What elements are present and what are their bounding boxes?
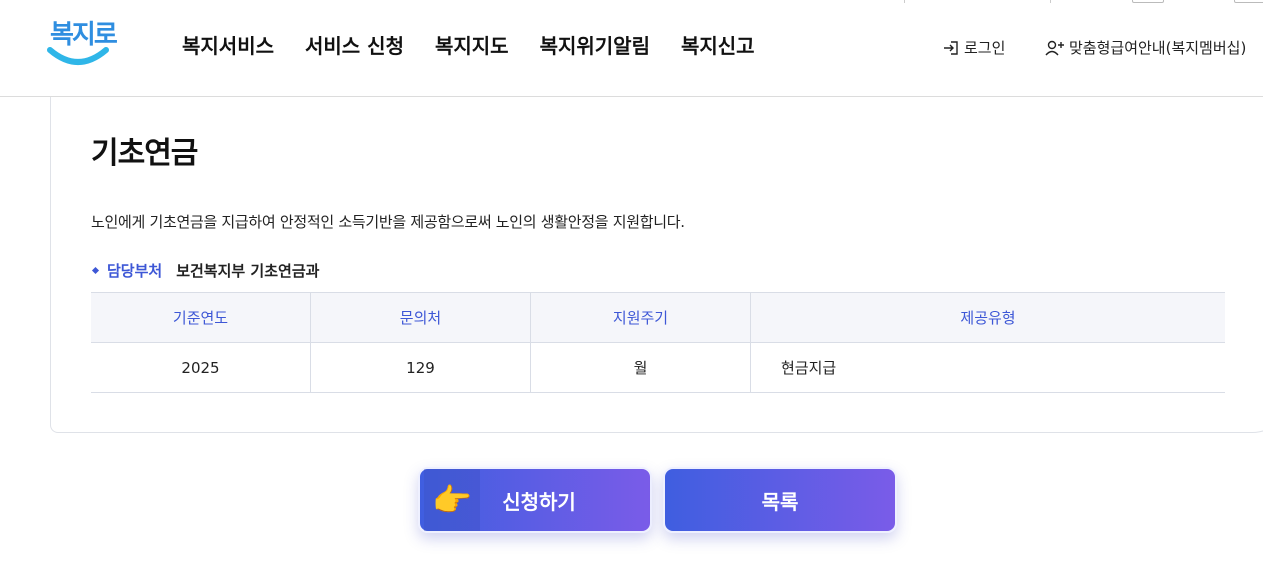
column-header: 지원주기 — [530, 292, 751, 343]
site-logo[interactable]: 복지로 — [46, 14, 118, 70]
nav-welfare-map[interactable]: 복지지도 — [435, 30, 509, 59]
zoom-in-button[interactable] — [1234, 0, 1263, 3]
column-header: 문의처 — [310, 292, 531, 343]
logo-smile-icon — [47, 47, 109, 65]
table-row: 2025 129 월 현금지급 — [91, 342, 1225, 393]
department-label: 담당부처 — [107, 262, 163, 280]
membership-label: 맞춤형급여안내(복지멤버십) — [1069, 39, 1247, 57]
nav-welfare-report[interactable]: 복지신고 — [681, 30, 755, 59]
apply-button[interactable]: 👉 신청하기 — [418, 467, 652, 533]
top-utility-bar — [800, 0, 1263, 5]
table-cell: 2025 — [91, 342, 311, 393]
table-cell: 월 — [530, 342, 751, 393]
nav-crisis-alert[interactable]: 복지위기알림 — [540, 30, 650, 59]
zoom-out-button[interactable] — [1132, 0, 1164, 3]
login-icon — [944, 40, 958, 55]
site-header: 복지로 복지서비스 서비스 신청 복지지도 복지위기알림 복지신고 로그인 맞춤… — [0, 0, 1263, 97]
list-button[interactable]: 목록 — [663, 467, 897, 533]
list-button-label: 목록 — [761, 489, 799, 514]
main-navigation: 복지서비스 서비스 신청 복지지도 복지위기알림 복지신고 — [182, 30, 755, 59]
membership-link[interactable]: 맞춤형급여안내(복지멤버십) — [1045, 37, 1246, 58]
login-label: 로그인 — [964, 39, 1006, 57]
department-value: 보건복지부 기초연금과 — [176, 262, 320, 280]
table-cell: 129 — [310, 342, 531, 393]
department-info: 담당부처 보건복지부 기초연금과 — [91, 260, 319, 281]
column-header: 제공유형 — [750, 292, 1225, 343]
table-cell: 현금지급 — [750, 342, 1225, 393]
pointing-hand-icon: 👉 — [424, 469, 480, 531]
apply-button-label: 신청하기 — [502, 489, 576, 514]
column-header: 기준연도 — [91, 292, 311, 343]
bullet-icon — [91, 266, 100, 275]
nav-service-application[interactable]: 서비스 신청 — [305, 30, 404, 59]
service-info-table: 기준연도 문의처 지원주기 제공유형 2025 129 월 현금지급 — [91, 292, 1225, 393]
nav-welfare-services[interactable]: 복지서비스 — [182, 30, 274, 59]
user-add-icon — [1045, 40, 1064, 55]
service-description: 노인에게 기초연금을 지급하여 안정적인 소득기반을 제공함으로써 노인의 생활… — [91, 213, 685, 231]
login-link[interactable]: 로그인 — [942, 37, 1005, 58]
page-title: 기초연금 — [91, 136, 198, 171]
table-header-row: 기준연도 문의처 지원주기 제공유형 — [91, 292, 1225, 343]
